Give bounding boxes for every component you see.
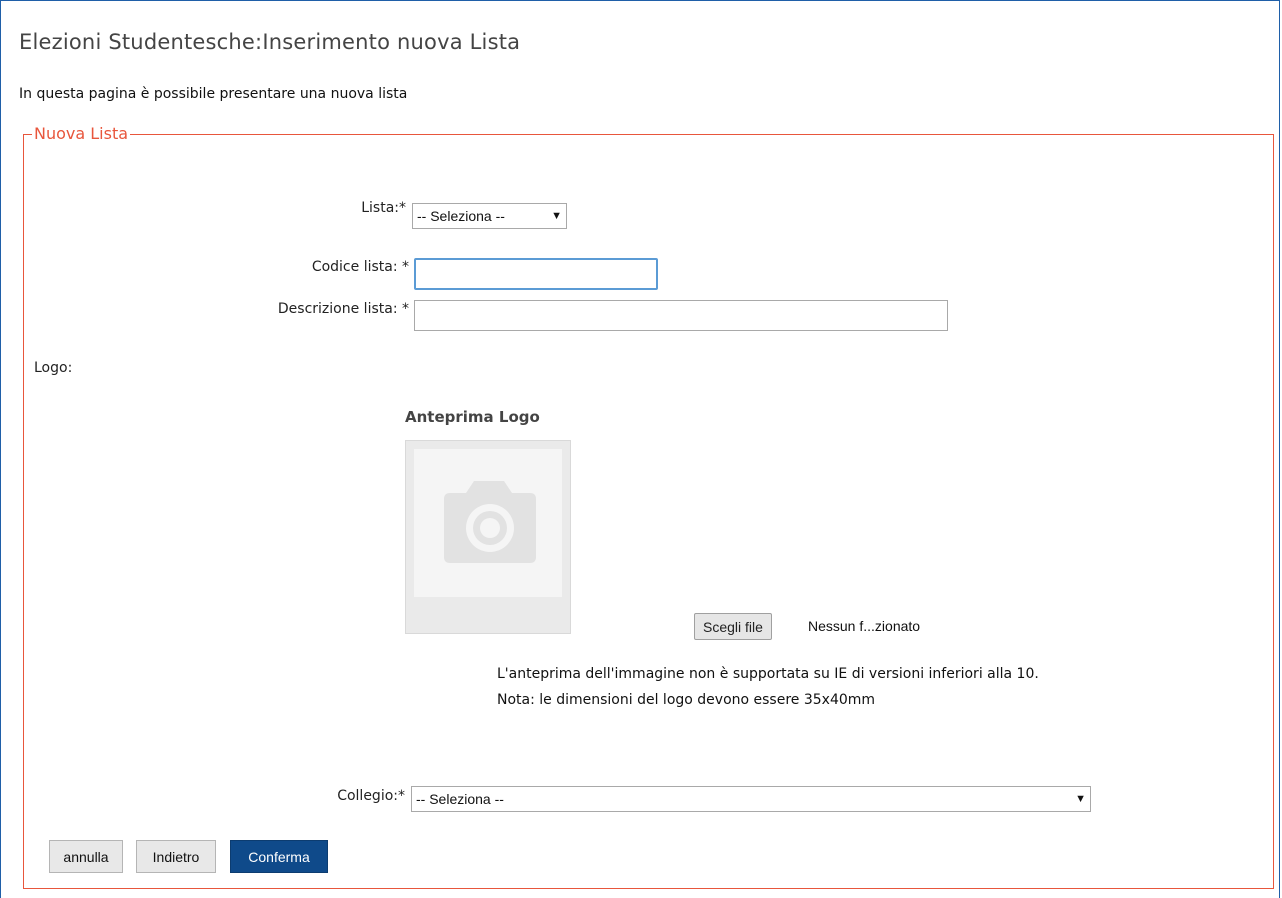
file-status-text: Nessun f...zionato xyxy=(808,618,921,634)
chevron-down-icon: ▼ xyxy=(551,210,562,222)
collegio-label: Collegio:* xyxy=(337,788,405,804)
logo-preview-box xyxy=(405,440,571,634)
camera-icon xyxy=(444,481,536,563)
descrizione-lista-label: Descrizione lista: * xyxy=(277,301,409,317)
logo-label: Logo: xyxy=(34,360,73,376)
note-ie-support: L'anteprima dell'immagine non è supporta… xyxy=(497,666,1039,682)
lista-select-value: -- Seleziona -- xyxy=(417,208,505,224)
codice-lista-input[interactable] xyxy=(414,258,658,290)
chevron-down-icon: ▼ xyxy=(1075,793,1086,805)
logo-preview-area xyxy=(414,449,562,597)
collegio-select-value: -- Seleziona -- xyxy=(416,791,504,807)
indietro-button[interactable]: Indietro xyxy=(136,840,216,873)
nuova-lista-fieldset: Nuova Lista xyxy=(23,125,1274,889)
lista-label: Lista:* xyxy=(361,200,406,216)
page-title: Elezioni Studentesche:Inserimento nuova … xyxy=(19,30,521,54)
collegio-select[interactable]: -- Seleziona -- ▼ xyxy=(411,786,1091,812)
descrizione-lista-input[interactable] xyxy=(414,300,948,331)
codice-lista-label: Codice lista: * xyxy=(311,259,409,275)
conferma-button[interactable]: Conferma xyxy=(230,840,328,873)
annulla-button[interactable]: annulla xyxy=(49,840,123,873)
choose-file-button[interactable]: Scegli file xyxy=(694,613,772,640)
note-logo-size: Nota: le dimensioni del logo devono esse… xyxy=(497,692,876,708)
logo-preview-title: Anteprima Logo xyxy=(405,408,540,426)
page-intro: In questa pagina è possibile presentare … xyxy=(19,86,408,102)
fieldset-legend: Nuova Lista xyxy=(34,124,129,143)
lista-select[interactable]: -- Seleziona -- ▼ xyxy=(412,203,567,229)
